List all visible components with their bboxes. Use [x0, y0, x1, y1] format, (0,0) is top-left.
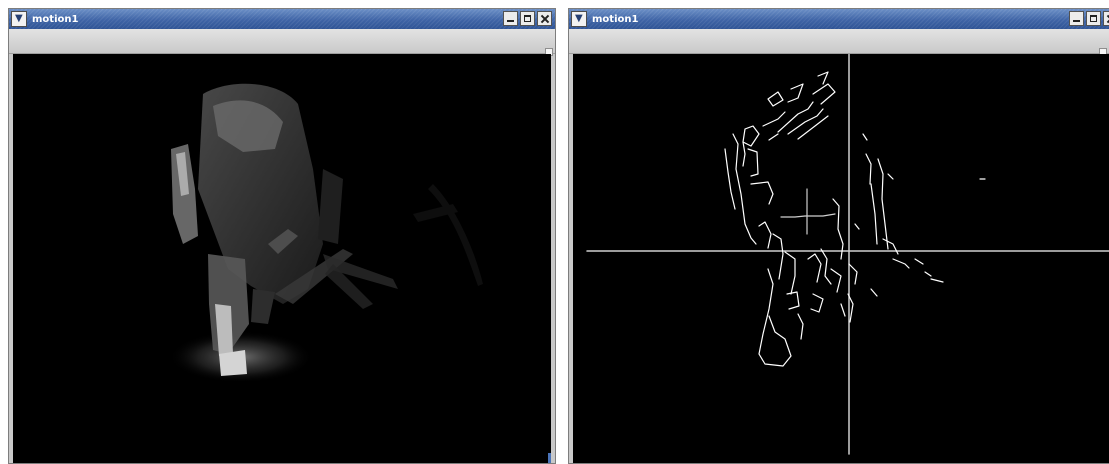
chevron-down-icon: ▼ — [15, 13, 23, 24]
title-bar[interactable]: ▼ motion1 — [569, 9, 1109, 29]
chevron-down-icon: ▼ — [575, 13, 583, 24]
maximize-button[interactable] — [1086, 11, 1101, 26]
maximize-button[interactable] — [520, 11, 535, 26]
minimize-button[interactable] — [1069, 11, 1084, 26]
video-window-left[interactable]: ▼ motion1 — [8, 8, 556, 464]
window-toolbar — [569, 29, 1109, 56]
close-button[interactable] — [1103, 11, 1109, 26]
motion-frame-canvas — [13, 54, 551, 463]
window-menu-button[interactable]: ▼ — [11, 11, 27, 27]
window-menu-button[interactable]: ▼ — [571, 11, 587, 27]
window-title: motion1 — [32, 13, 79, 25]
motion-frame-image — [169, 83, 483, 383]
minimize-button[interactable] — [503, 11, 518, 26]
window-title: motion1 — [592, 13, 639, 25]
window-toolbar — [9, 29, 555, 56]
scroll-indicator — [548, 453, 551, 463]
title-bar[interactable]: ▼ motion1 — [9, 9, 555, 29]
close-button[interactable] — [537, 11, 552, 26]
edge-frame-image — [586, 54, 1109, 455]
edge-frame-canvas — [573, 54, 1109, 463]
video-window-right[interactable]: ▼ motion1 — [568, 8, 1109, 464]
